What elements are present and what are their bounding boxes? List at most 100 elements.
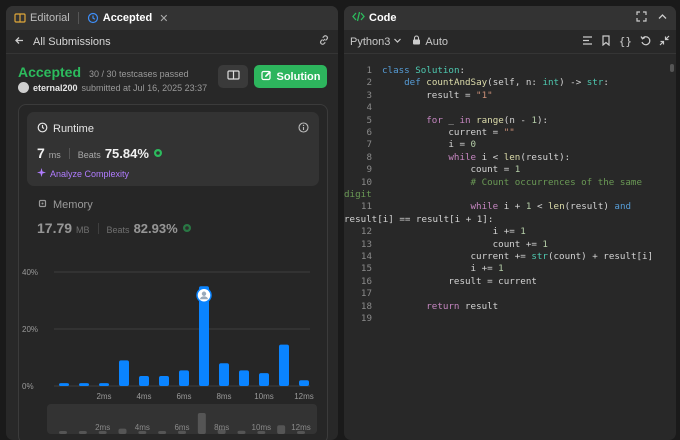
code-line[interactable]: 9 count = 1 (344, 164, 676, 176)
submissions-bar: All Submissions (6, 30, 338, 54)
code-panel: Code Python3 Auto {} 1 class Solution: 2… (344, 6, 676, 440)
auto-mode[interactable]: Auto (412, 35, 448, 48)
code-line[interactable]: 16 result = current (344, 276, 676, 288)
line-number: 13 (360, 238, 372, 250)
line-number: 14 (360, 251, 372, 262)
code-line[interactable]: 15 i += 1 (344, 263, 676, 275)
left-tabbar: Editorial Accepted ✕ (6, 6, 338, 30)
close-icon[interactable]: ✕ (159, 12, 168, 25)
lock-icon (412, 35, 421, 48)
chevron-up-icon[interactable] (657, 11, 668, 25)
bookmark-icon[interactable] (601, 34, 611, 49)
code-line[interactable]: 6 current = "" (344, 127, 676, 139)
author-row: eternal200 submitted at Jul 16, 2025 23:… (18, 82, 207, 93)
code-line[interactable]: result[i] == result[i + 1]: (344, 214, 676, 226)
collapse-icon[interactable] (659, 35, 670, 49)
chart-bar (179, 370, 189, 386)
scrubber-bar (158, 431, 167, 434)
book-icon (14, 12, 26, 24)
code-editor[interactable]: 1 class Solution: 2 def countAndSay(self, … (344, 62, 676, 440)
author-name[interactable]: eternal200 (33, 83, 78, 93)
runtime-range-scrubber[interactable]: 2ms 4ms 6ms 8ms 10ms 12ms (47, 404, 317, 434)
chart-bar (299, 380, 309, 386)
status-label: Accepted (18, 64, 82, 80)
code-line[interactable]: 10 # Count occurrences of the same (344, 177, 676, 189)
runtime-title: Runtime (37, 122, 94, 136)
chart-bar (79, 383, 89, 386)
scrubber-bar (118, 428, 127, 434)
format-icon[interactable] (582, 35, 593, 49)
scrubber-tick-label: 6ms (174, 423, 189, 432)
code-line[interactable]: 12 i += 1 (344, 226, 676, 238)
chart-bar (139, 376, 149, 386)
all-submissions-link[interactable]: All Submissions (33, 36, 111, 48)
line-number: 17 (360, 288, 372, 300)
avatar[interactable] (18, 82, 29, 93)
code-line[interactable]: 11 while i + 1 < len(result) and (344, 201, 676, 213)
memory-beats-label: Beats (106, 225, 130, 235)
line-number: 12 (360, 226, 372, 238)
code-line[interactable]: 18 return result (344, 301, 676, 313)
x-tick-label: 4ms (136, 392, 151, 401)
code-line[interactable]: 4 (344, 102, 676, 114)
code-line[interactable]: 13 count += 1 (344, 239, 676, 251)
line-number: 11 (360, 201, 372, 213)
code-line[interactable]: 14 current += str(count) + result[i] (344, 251, 676, 263)
clock-icon (37, 122, 48, 136)
scrollbar[interactable] (670, 64, 674, 72)
memory-unit: MB (76, 225, 90, 235)
code-line[interactable]: 17 (344, 288, 676, 300)
code-icon (352, 11, 365, 25)
code-line[interactable]: 1 class Solution: (344, 65, 676, 77)
code-line[interactable]: 5 for _ in range(n - 1): (344, 115, 676, 127)
x-tick-label: 2ms (96, 392, 111, 401)
code-line[interactable]: digit (344, 189, 676, 201)
code-line[interactable]: 8 while i < len(result): (344, 152, 676, 164)
scrubber-tick-label: 2ms (95, 423, 110, 432)
line-number: 2 (366, 77, 372, 89)
line-number: 19 (360, 313, 372, 324)
code-text: count = 1 (382, 164, 521, 176)
line-number: 15 (360, 263, 372, 275)
solution-button[interactable]: Solution (254, 65, 327, 88)
tab-editorial[interactable]: Editorial (14, 12, 70, 24)
editorial-button[interactable] (218, 65, 248, 88)
scrubber-tick-label: 12ms (291, 423, 311, 432)
line-number: 6 (366, 127, 372, 138)
runtime-card[interactable]: Runtime 7 ms Beats 75.84% Analyze Comple… (27, 112, 319, 186)
code-line[interactable]: 7 i = 0 (344, 139, 676, 151)
code-line[interactable]: 3 result = "1" (344, 90, 676, 102)
braces-icon[interactable]: {} (619, 35, 632, 48)
code-text: result[i] == result[i + 1]: (344, 213, 494, 225)
testcases-label: 30 / 30 testcases passed (89, 69, 189, 79)
tab-accepted[interactable]: Accepted ✕ (87, 12, 169, 25)
code-text: i += 1 (382, 226, 526, 238)
runtime-distribution-chart[interactable]: 0% 20% 40% 2ms 4ms 6ms 8ms 10ms 12ms (18, 262, 318, 402)
memory-title[interactable]: Memory (37, 198, 93, 212)
code-toolbar: Python3 Auto {} (344, 30, 676, 54)
info-icon[interactable] (298, 122, 309, 136)
code-text: return result (426, 300, 499, 312)
tab-divider (77, 12, 79, 24)
analyze-complexity-link[interactable]: Analyze Complexity (37, 168, 129, 179)
code-line[interactable]: 19 (344, 313, 676, 325)
code-tab-label: Code (369, 12, 397, 24)
back-arrow-icon[interactable] (14, 35, 25, 49)
scrubber-bar (277, 425, 286, 434)
expand-icon[interactable] (636, 11, 647, 25)
reset-icon[interactable] (640, 35, 651, 49)
code-text: current += str(count) + result[i] (382, 251, 654, 262)
code-text: i = 0 (382, 139, 477, 151)
language-select[interactable]: Python3 (350, 36, 402, 48)
submission-panel: Editorial Accepted ✕ All Submissions Acc (6, 6, 338, 440)
chart-bar (119, 360, 129, 386)
chart-bar (279, 344, 289, 386)
submitted-time: submitted at Jul 16, 2025 23:37 (81, 82, 208, 93)
scrubber-tick-label: 10ms (252, 423, 272, 432)
code-text: result = "1" (382, 89, 493, 101)
code-text: count += 1 (382, 238, 548, 250)
code-line[interactable]: 2 def countAndSay(self, n: int) -> str: (344, 77, 676, 89)
tab-code[interactable]: Code (352, 11, 397, 25)
solution-button-label: Solution (276, 70, 321, 83)
link-icon[interactable] (318, 34, 330, 49)
